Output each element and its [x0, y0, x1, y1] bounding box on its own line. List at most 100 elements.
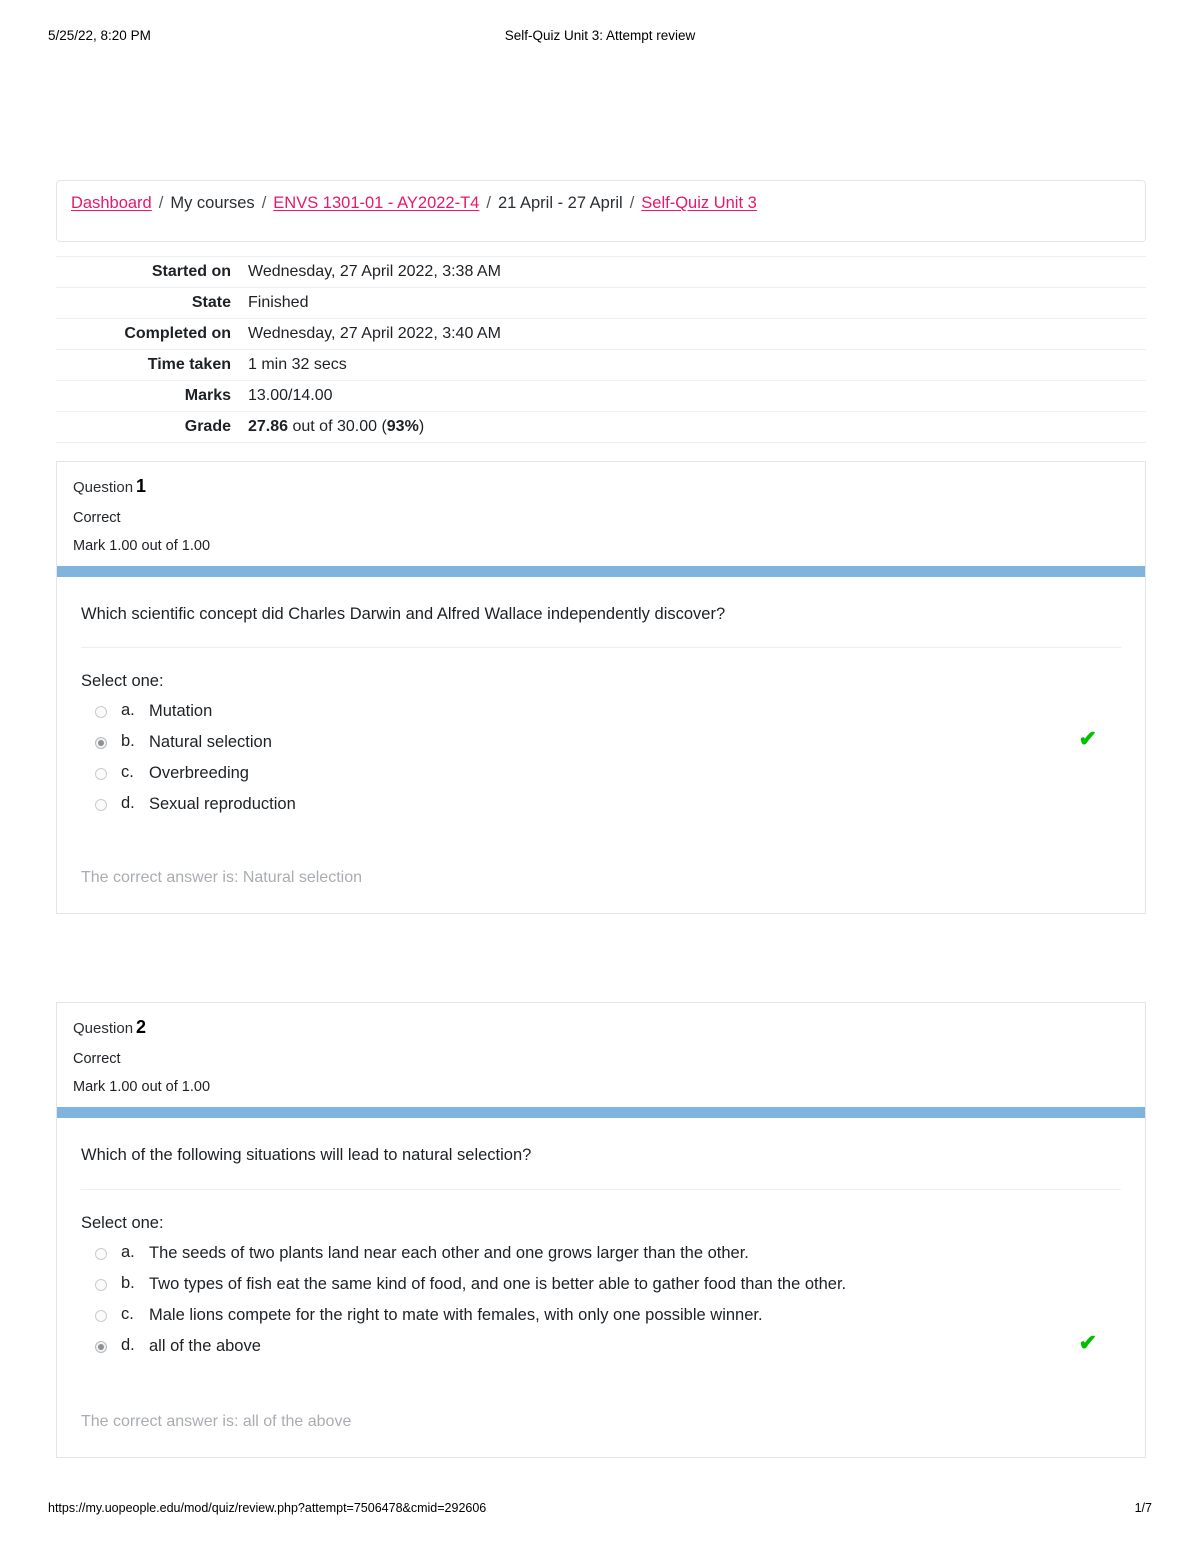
- question-state: Correct: [73, 510, 121, 526]
- breadcrumb-separator: /: [261, 194, 267, 212]
- question-number-value: 1: [136, 476, 147, 496]
- answer-text: Natural selection: [149, 733, 272, 752]
- summary-label-started-on: Started on: [151, 263, 231, 280]
- answer-text: Male lions compete for the right to mate…: [149, 1305, 763, 1324]
- question-number: Question 2: [73, 1017, 1129, 1038]
- breadcrumb-item-dashboard[interactable]: Dashboard: [71, 194, 152, 212]
- summary-label-time-taken: Time taken: [147, 356, 231, 373]
- question-accent-bar: [57, 566, 1145, 577]
- attempt-summary-table: Started on Wednesday, 27 April 2022, 3:3…: [56, 256, 1146, 443]
- grade-percent: 93%: [386, 418, 419, 435]
- table-row: Marks 13.00/14.00: [56, 380, 1146, 412]
- select-one-label: Select one:: [81, 672, 164, 691]
- page-content: Dashboard / My courses / ENVS 1301-01 - AY20…: [56, 180, 1146, 1458]
- question-text: Which scientific concept did Charles Dar…: [81, 603, 1121, 649]
- question-state: Correct: [73, 1051, 121, 1068]
- summary-value-time-taken: 1 min 32 secs: [248, 356, 347, 373]
- summary-label-state: State: [191, 294, 231, 311]
- radio-button-icon[interactable]: [95, 1340, 107, 1353]
- question-accent-bar: [57, 1107, 1145, 1119]
- summary-value-grade: 27.86 out of 30.00 (93%): [243, 412, 1146, 443]
- answer-text: Sexual reproduction: [149, 795, 296, 814]
- answer-option[interactable]: c. Overbreeding: [81, 759, 1121, 790]
- summary-value-state: Finished: [248, 294, 309, 311]
- summary-value-started-on: Wednesday, 27 April 2022, 3:38 AM: [248, 263, 501, 280]
- answer-option[interactable]: d. Sexual reproduction: [81, 790, 1121, 821]
- question-card: Question 2 Correct Mark 1.00 out of 1.00 …: [56, 1002, 1146, 1458]
- question-number: Question 1: [73, 476, 1129, 497]
- radio-button-icon[interactable]: [95, 1278, 107, 1291]
- breadcrumb-separator: /: [629, 194, 635, 212]
- radio-button-icon[interactable]: [95, 1309, 107, 1322]
- question-card: Question 1 Correct Mark 1.00 out of 1.00 …: [56, 461, 1146, 915]
- question-mark: Mark 1.00 out of 1.00: [73, 538, 211, 554]
- table-row: Time taken 1 min 32 secs: [56, 349, 1146, 381]
- answer-text: Overbreeding: [149, 764, 249, 783]
- print-page-number: 1/7: [1134, 1501, 1152, 1515]
- breadcrumb-item-week: 21 April - 27 April: [497, 194, 623, 212]
- question-mark: Mark 1.00 out of 1.00: [73, 1079, 211, 1096]
- summary-value-completed-on: Wednesday, 27 April 2022, 3:40 AM: [248, 325, 501, 342]
- question-feedback: The correct answer is: all of the above: [81, 1412, 352, 1430]
- answer-letter: a.: [121, 1242, 135, 1261]
- grade-score: 27.86: [248, 418, 289, 435]
- answer-options: a. Mutation b. Natural selection ✔ c. Ov…: [81, 697, 1121, 821]
- breadcrumb-item-course[interactable]: ENVS 1301-01 - AY2022-T4: [273, 194, 479, 212]
- question-number-label: Question: [73, 479, 134, 496]
- question-number-value: 2: [136, 1017, 147, 1038]
- answer-option[interactable]: b. Natural selection ✔: [81, 728, 1121, 759]
- answer-letter: c.: [121, 1304, 134, 1323]
- breadcrumb-item-quiz[interactable]: Self-Quiz Unit 3: [641, 194, 757, 212]
- breadcrumb-separator: /: [486, 194, 491, 212]
- answer-letter: d.: [121, 794, 135, 813]
- answer-option[interactable]: b. Two types of fish eat the same kind o…: [81, 1270, 1121, 1301]
- answer-letter: b.: [121, 732, 135, 751]
- radio-button-icon[interactable]: [95, 1247, 107, 1260]
- grade-out-of: out of 30.00 (: [288, 418, 387, 435]
- answer-letter: a.: [121, 701, 135, 720]
- grade-close-paren: ): [418, 418, 425, 435]
- table-row: Grade 27.86 out of 30.00 (93%): [56, 411, 1146, 443]
- table-row: Started on Wednesday, 27 April 2022, 3:3…: [56, 256, 1146, 288]
- answer-option[interactable]: d. all of the above ✔: [81, 1329, 1121, 1363]
- print-document-title: Self-Quiz Unit 3: Attempt review: [504, 28, 696, 43]
- breadcrumb-list: Dashboard / My courses / ENVS 1301-01 - AY20…: [71, 194, 1131, 214]
- select-one-label: Select one:: [81, 1213, 164, 1232]
- breadcrumb-item-my-courses: My courses: [170, 194, 255, 212]
- radio-button-icon[interactable]: [95, 799, 107, 812]
- question-number-label: Question: [73, 1020, 134, 1038]
- question-body: Which scientific concept did Charles Dar…: [57, 577, 1145, 913]
- table-row: State Finished: [56, 287, 1146, 319]
- breadcrumb-separator: /: [158, 194, 164, 212]
- answer-letter: c.: [121, 763, 134, 782]
- table-row: Completed on Wednesday, 27 April 2022, 3…: [56, 318, 1146, 350]
- correct-check-icon: ✔: [1078, 1329, 1097, 1355]
- summary-value-marks: 13.00/14.00: [248, 387, 333, 404]
- question-body: Which of the following situations will l…: [57, 1118, 1145, 1456]
- summary-label-marks: Marks: [184, 387, 231, 404]
- answer-text: Two types of fish eat the same kind of f…: [149, 1274, 847, 1293]
- question-text: Which of the following situations will l…: [81, 1144, 1121, 1190]
- radio-button-icon[interactable]: [95, 706, 107, 719]
- radio-button-icon[interactable]: [95, 737, 107, 750]
- answer-text: Mutation: [149, 702, 213, 721]
- correct-check-icon: ✔: [1078, 726, 1097, 752]
- radio-button-icon[interactable]: [95, 768, 107, 781]
- answer-options: a. The seeds of two plants land near eac…: [81, 1239, 1121, 1363]
- answer-text: The seeds of two plants land near each o…: [149, 1243, 749, 1262]
- summary-label-grade: Grade: [184, 418, 231, 435]
- print-header: 5/25/22, 8:20 PM Self-Quiz Unit 3: Attem…: [48, 28, 1152, 48]
- print-source-url: https://my.uopeople.edu/mod/quiz/review.…: [48, 1501, 487, 1515]
- answer-letter: b.: [121, 1273, 135, 1292]
- question-header: Question 2 Correct Mark 1.00 out of 1.00: [57, 1003, 1145, 1107]
- breadcrumb: Dashboard / My courses / ENVS 1301-01 - AY20…: [56, 180, 1146, 242]
- answer-letter: d.: [121, 1335, 135, 1354]
- answer-option[interactable]: a. The seeds of two plants land near eac…: [81, 1239, 1121, 1270]
- answer-option[interactable]: c. Male lions compete for the right to m…: [81, 1301, 1121, 1332]
- answer-text: all of the above: [149, 1336, 261, 1355]
- question-header: Question 1 Correct Mark 1.00 out of 1.00: [57, 462, 1145, 566]
- question-feedback: The correct answer is: Natural selection: [81, 869, 362, 887]
- summary-label-completed-on: Completed on: [124, 325, 231, 342]
- print-footer: https://my.uopeople.edu/mod/quiz/review.…: [48, 1501, 1152, 1519]
- answer-option[interactable]: a. Mutation: [81, 697, 1121, 728]
